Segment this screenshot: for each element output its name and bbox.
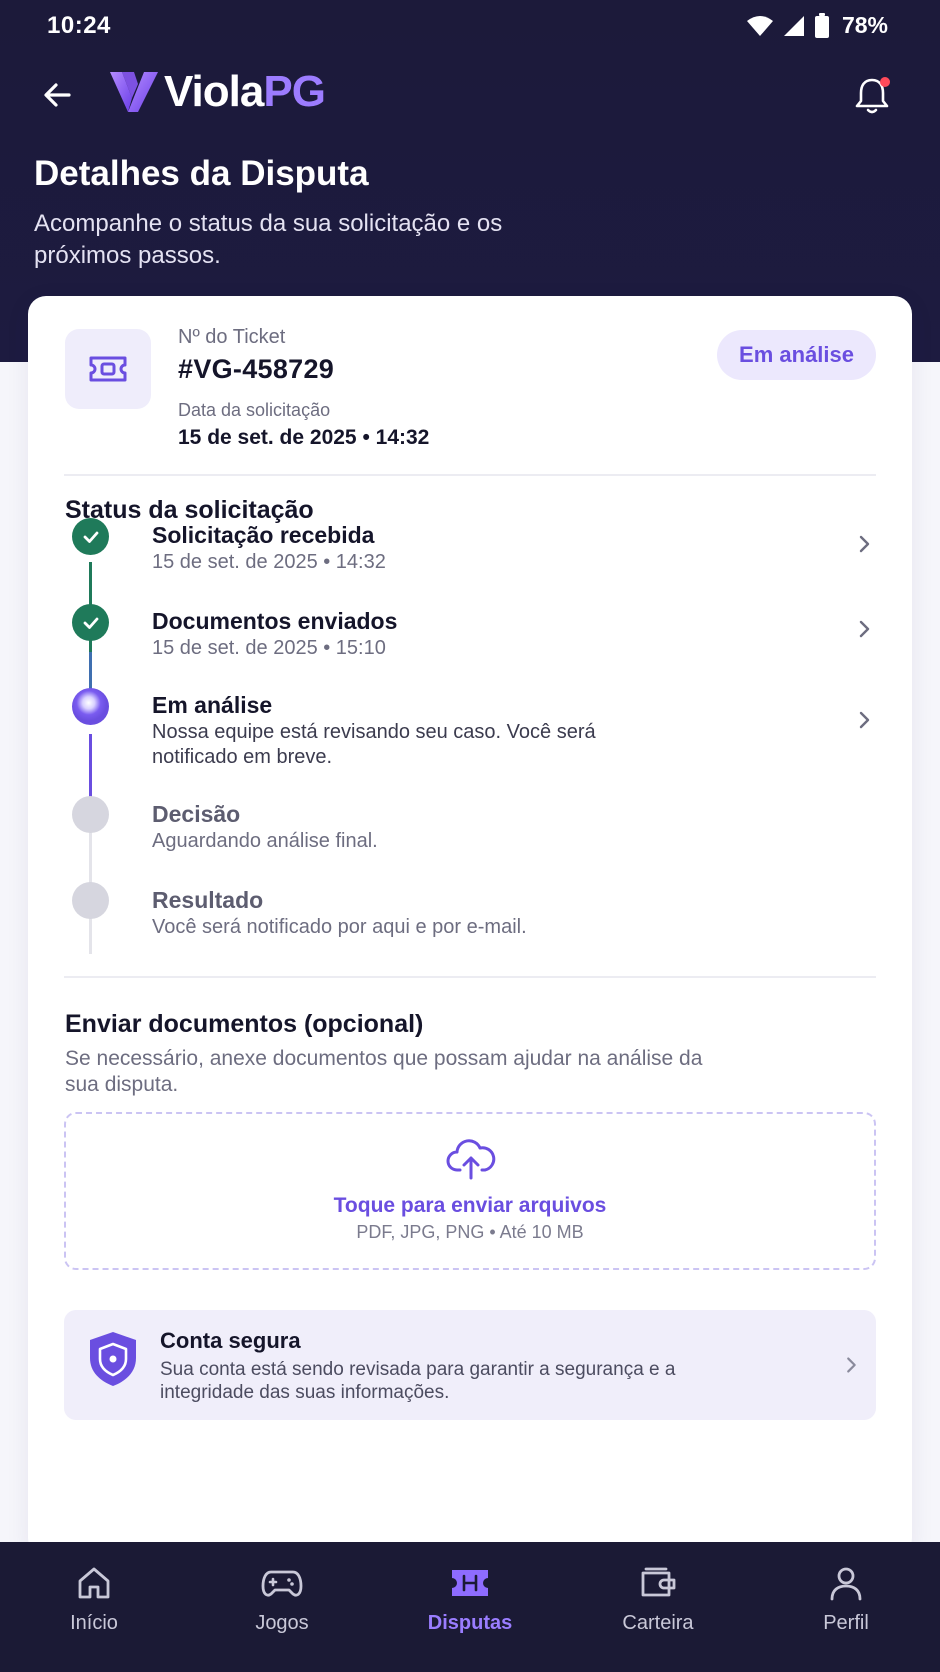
battery-percentage: 78% (841, 12, 888, 38)
step-pending-indicator (72, 882, 109, 919)
nav-label: Jogos (255, 1612, 309, 1634)
nav-item-jogos[interactable]: Jogos (188, 1542, 376, 1672)
status-bar: 10:24 78% (0, 0, 940, 52)
step-description: Nossa equipe está revisando seu caso. Vo… (152, 721, 596, 768)
wifi-icon (746, 15, 773, 36)
bottom-navigation: Início Jogos Disputas Carteira Perfil (0, 1542, 940, 1672)
ticket-icon (452, 1570, 488, 1596)
ticket-icon-container (65, 329, 151, 409)
request-date-label: Data da solicitação (178, 400, 331, 420)
notifications-button[interactable] (850, 74, 894, 118)
upload-hint: PDF, JPG, PNG • Até 10 MB (356, 1222, 584, 1242)
timeline-title: Status da solicitação (65, 496, 314, 524)
status-icons: 78% (746, 12, 888, 39)
step-done-indicator (72, 604, 109, 641)
step-title: Resultado (152, 887, 264, 913)
notification-badge (880, 77, 890, 87)
divider (64, 976, 876, 978)
step-description: 15 de set. de 2025 • 15:10 (152, 637, 386, 659)
page-title: Detalhes da Disputa (34, 154, 369, 193)
step-pending-indicator (72, 796, 109, 833)
logo-mark-icon (110, 72, 158, 112)
step-title: Documentos enviados (152, 608, 398, 634)
upload-cta: Toque para enviar arquivos (333, 1194, 607, 1217)
divider (64, 474, 876, 476)
secure-description: Sua conta está sendo revisada para garan… (160, 1359, 676, 1403)
nav-label: Perfil (823, 1612, 869, 1634)
user-icon (830, 1567, 862, 1601)
logo-text-accent: PG (263, 67, 326, 116)
step-description: 15 de set. de 2025 • 14:32 (152, 551, 386, 573)
nav-label: Carteira (622, 1612, 694, 1634)
nav-label: Início (70, 1612, 118, 1634)
upload-description: Se necessário, anexe documentos que poss… (65, 1047, 703, 1096)
ticket-number-label: Nº do Ticket (178, 326, 286, 348)
wallet-icon (641, 1567, 676, 1597)
nav-item-inicio[interactable]: Início (0, 1542, 188, 1672)
nav-item-carteira[interactable]: Carteira (564, 1542, 752, 1672)
step-description: Você será notificado por aqui e por e-ma… (152, 916, 527, 938)
ticket-icon (89, 356, 127, 382)
status-badge: Em análise (717, 330, 876, 380)
chevron-right-icon (847, 1357, 856, 1373)
step-title: Decisão (152, 801, 241, 827)
chevron-right-icon[interactable] (852, 708, 876, 732)
ticket-number: #VG-458729 (178, 354, 335, 384)
arrow-left-icon (44, 83, 71, 107)
logo-text-primary: Viola (164, 67, 264, 116)
signal-icon (783, 15, 804, 36)
step-done-indicator (72, 518, 109, 555)
shield-icon (90, 1332, 136, 1386)
request-date-value: 15 de set. de 2025 • 14:32 (178, 426, 430, 449)
step-title: Solicitação recebida (152, 522, 375, 548)
secure-title: Conta segura (160, 1328, 301, 1353)
nav-label: Disputas (427, 1612, 513, 1634)
dispute-card: Nº do Ticket #VG-458729 Data da solicita… (28, 296, 912, 1556)
upload-dropzone[interactable]: Toque para enviar arquivos PDF, JPG, PNG… (64, 1112, 876, 1270)
status-time: 10:24 (47, 12, 111, 39)
secure-account-banner[interactable]: Conta segura Sua conta está sendo revisa… (64, 1310, 876, 1420)
nav-item-disputas[interactable]: Disputas (376, 1542, 564, 1672)
step-title: Em análise (152, 692, 273, 718)
home-icon (78, 1567, 110, 1599)
back-button[interactable] (36, 74, 78, 116)
battery-icon (814, 12, 829, 38)
chevron-right-icon[interactable] (852, 532, 876, 556)
upload-title: Enviar documentos (opcional) (65, 1010, 424, 1038)
step-description: Aguardando análise final. (152, 830, 378, 852)
check-icon (83, 531, 98, 543)
nav-item-perfil[interactable]: Perfil (752, 1542, 940, 1672)
app-logo: ViolaPG (108, 67, 326, 116)
gamepad-icon (261, 1570, 303, 1597)
chevron-right-icon[interactable] (852, 617, 876, 641)
step-active-indicator (72, 688, 109, 725)
check-icon (83, 617, 98, 629)
cloud-upload-icon (446, 1139, 496, 1180)
page-subtitle: Acompanhe o status da sua solicitação e … (34, 210, 503, 269)
